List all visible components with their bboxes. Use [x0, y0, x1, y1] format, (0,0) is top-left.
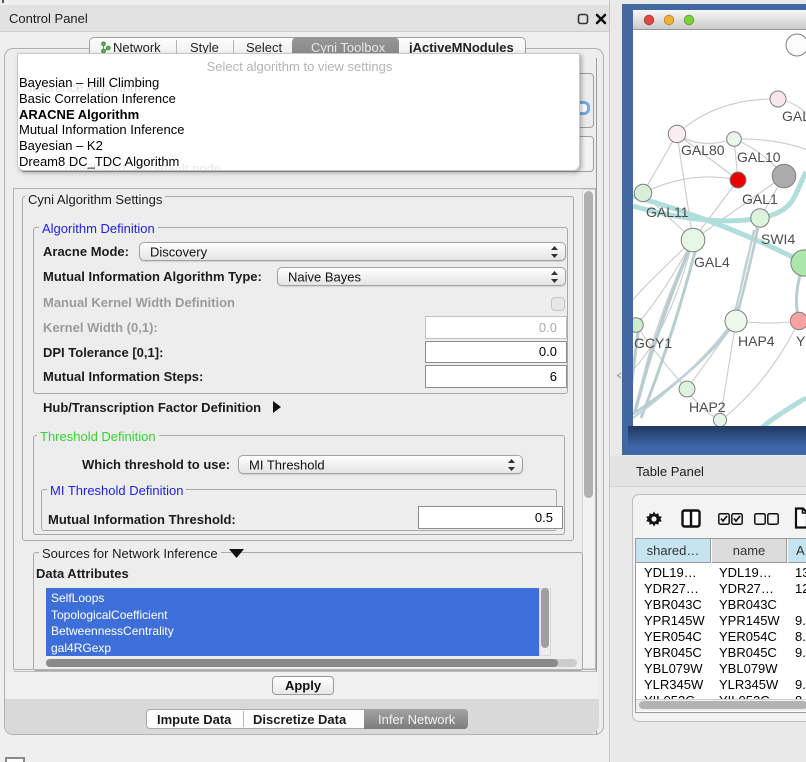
svg-text:GAL10: GAL10 [737, 149, 781, 165]
svg-text:HAP4: HAP4 [738, 333, 775, 349]
svg-text:GAL11: GAL11 [646, 204, 689, 220]
svg-text:GAL80: GAL80 [681, 142, 725, 158]
svg-text:GAL4: GAL4 [694, 254, 730, 270]
svg-text:GAL1: GAL1 [742, 191, 778, 207]
svg-text:GCY1: GCY1 [634, 335, 672, 351]
svg-text:GAL7: GAL7 [782, 108, 806, 124]
svg-text:Y: Y [796, 333, 806, 349]
svg-text:HAP2: HAP2 [689, 399, 726, 415]
svg-text:SWI4: SWI4 [761, 231, 795, 247]
